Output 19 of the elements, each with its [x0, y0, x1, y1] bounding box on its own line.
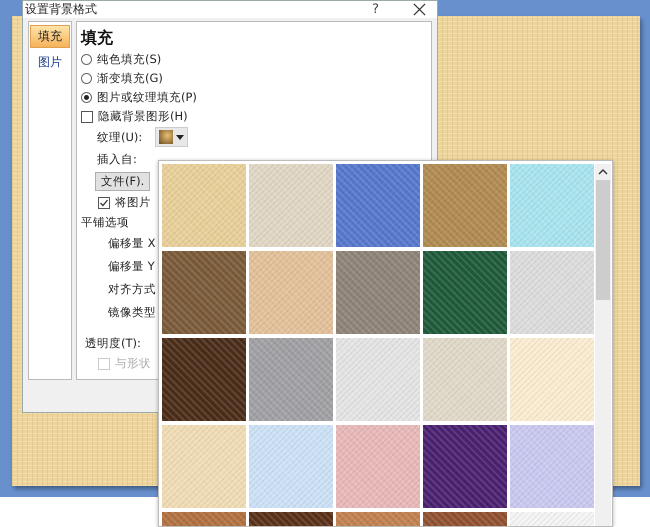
field-label: 偏移量 X — [108, 236, 156, 251]
help-button[interactable]: ? — [372, 2, 379, 17]
option-label[interactable]: 渐变填充(G) — [97, 71, 163, 86]
checkbox-label[interactable]: 将图片 — [115, 195, 151, 210]
section-heading: 填充 — [81, 28, 114, 49]
field-label: 镜像类型 — [108, 305, 156, 320]
field-label: 偏移量 Y — [108, 259, 155, 274]
field-label: 对齐方式 — [108, 282, 156, 297]
file-button[interactable]: 文件(F). — [95, 172, 150, 190]
field-label: 纹理(U): — [97, 130, 142, 144]
field-label: 透明度(T): — [85, 336, 141, 350]
category-tab[interactable]: 填充 — [30, 25, 70, 48]
option-label[interactable]: 纯色填充(S) — [97, 52, 162, 67]
checkbox-label[interactable]: 隐藏背景图形(H) — [98, 109, 188, 124]
category-tab[interactable]: 图片 — [30, 52, 70, 73]
section-label: 平铺选项 — [81, 215, 129, 230]
option-label[interactable]: 图片或纹理填充(P) — [97, 90, 197, 105]
field-label: 插入自: — [97, 152, 137, 166]
window-title: 设置背景格式 — [25, 1, 98, 18]
